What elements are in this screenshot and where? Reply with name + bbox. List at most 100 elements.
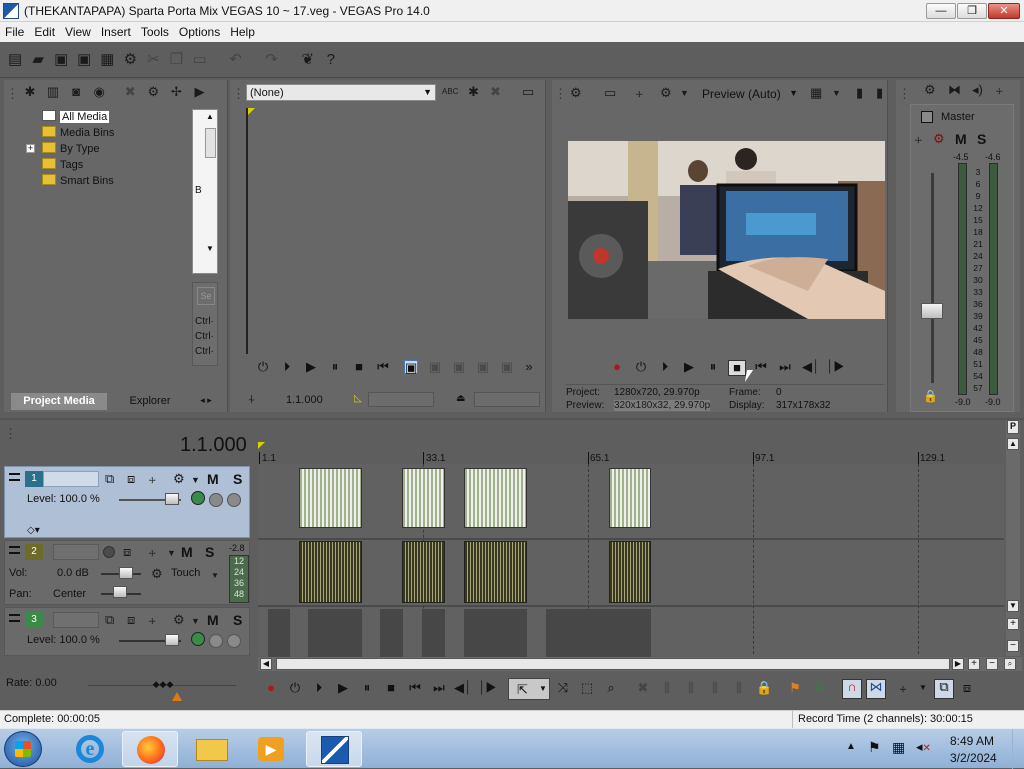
save-icon[interactable]: ▣ — [52, 51, 70, 69]
ripple-edit-icon[interactable]: ⧾ — [896, 681, 910, 695]
media-generators-icon[interactable]: ✢ — [166, 84, 186, 100]
master-fader-handle[interactable] — [921, 303, 943, 319]
remove-media-icon[interactable]: ✖ — [120, 84, 140, 100]
maximize-button[interactable]: ❐ — [957, 3, 987, 19]
track-header-3[interactable]: 3 ⧉ ⧈ ⧾ ⚙ ▼ M S Level: 100.0 % — [4, 607, 250, 656]
dim-output-icon[interactable]: ◂) — [972, 82, 983, 98]
tree-item-all-media[interactable]: All Media — [42, 110, 110, 125]
panel-grip-icon[interactable]: ⋮ — [4, 426, 17, 442]
action-center-flag-icon[interactable]: ⚑ — [868, 739, 881, 756]
record-icon[interactable]: ● — [264, 681, 278, 695]
marker-bar[interactable] — [258, 422, 1004, 452]
next-frame-icon[interactable]: ⏐▶ — [478, 681, 497, 695]
video-event[interactable] — [268, 609, 290, 657]
video-event[interactable] — [546, 609, 651, 657]
play-icon[interactable]: ▶ — [682, 360, 696, 374]
track-name-field[interactable] — [53, 544, 99, 560]
taskbar-media-player[interactable]: ▶ — [244, 731, 300, 767]
panel-grip-icon[interactable]: ⋮ — [898, 86, 911, 102]
track-header-2[interactable]: 2 ⧈ ⧾ ▼ M S -2.8 12 24 36 48 Vol: 0.0 dB… — [4, 540, 250, 605]
save-snapshot-icon[interactable]: ▮ — [876, 85, 883, 101]
marker-toggle-icon[interactable]: P — [1007, 420, 1019, 434]
chevron-down-icon[interactable]: ▼ — [916, 681, 930, 695]
spell-check-icon[interactable]: ABC — [442, 84, 458, 100]
track-2-solo-button[interactable]: S — [205, 544, 214, 560]
arm-record-icon[interactable] — [103, 546, 115, 558]
track-motion-icon[interactable]: ⧉ — [105, 612, 114, 628]
video-event[interactable] — [308, 609, 362, 657]
clock-date[interactable]: 3/2/2024 — [950, 751, 997, 765]
trimmer-dropdown[interactable]: (None) ▼ — [246, 84, 436, 101]
menu-view[interactable]: View — [60, 22, 96, 42]
loop-icon[interactable]: ⏻ — [288, 681, 302, 695]
track-fx-icon[interactable]: ⚙ — [173, 612, 185, 628]
copy-icon[interactable]: ❐ — [168, 51, 186, 69]
track-3-mute-button[interactable]: M — [207, 612, 219, 628]
video-event[interactable] — [299, 468, 362, 528]
trim-end-icon[interactable]: ⫼ — [708, 681, 722, 695]
chevron-down-icon[interactable]: ▼ — [680, 85, 689, 101]
tab-explorer[interactable]: Explorer — [110, 393, 190, 410]
mixer-properties-icon[interactable]: ⚙ — [924, 82, 936, 98]
tab-scroll-arrows[interactable]: ◂ ▸ — [193, 395, 219, 408]
lock-event-icon[interactable]: 🔒 — [756, 681, 772, 695]
taskbar-file-explorer[interactable] — [184, 731, 240, 767]
undo-icon[interactable]: ↶ — [227, 51, 245, 69]
invert-phase-icon[interactable]: ⧈ — [123, 544, 131, 560]
stop-icon[interactable]: ■ — [728, 360, 746, 376]
snapping-icon[interactable]: ∩ — [842, 679, 862, 699]
insert-region-icon[interactable]: ⚐ — [812, 681, 826, 695]
pause-icon[interactable]: ⏸ — [328, 360, 342, 374]
next-frame-icon[interactable]: ⏐▶ — [826, 360, 845, 374]
parent-motion-icon[interactable]: ⧾ — [149, 612, 156, 628]
loop-icon[interactable]: ⏻ — [634, 360, 648, 374]
edit-tool-button[interactable]: ⇱ ▼ — [508, 678, 550, 700]
preview-properties-icon[interactable]: ⚙ — [570, 85, 582, 101]
panel-grip-icon[interactable]: ⋮ — [232, 86, 245, 102]
track-expand-icon[interactable] — [9, 614, 20, 622]
scroll-up-icon[interactable]: ▲ — [1007, 438, 1019, 450]
bus-routing-icon[interactable]: ⧾ — [915, 131, 922, 147]
loop-icon[interactable]: ⏻ — [256, 360, 270, 374]
level-slider-handle[interactable] — [165, 493, 179, 505]
close-button[interactable]: ✕ — [988, 3, 1020, 19]
trimmer-fx-icon[interactable]: ✱ — [468, 84, 479, 100]
video-event[interactable] — [402, 468, 445, 528]
tree-item-media-bins[interactable]: Media Bins — [42, 126, 114, 141]
composite-child-icon[interactable] — [209, 493, 223, 507]
zoom-in-horizontal-icon[interactable]: + — [968, 658, 980, 670]
delete-icon[interactable]: ✖ — [636, 681, 650, 695]
parent-motion-icon[interactable]: ⧾ — [149, 471, 156, 487]
video-event[interactable] — [422, 609, 445, 657]
clock-time[interactable]: 8:49 AM — [950, 734, 994, 748]
paste-icon[interactable]: ▭ — [191, 51, 209, 69]
network-icon[interactable]: ▦ — [892, 739, 905, 756]
hscroll-thumb[interactable] — [276, 658, 950, 670]
scrollbar-thumb[interactable] — [205, 128, 216, 158]
vol-slider-handle[interactable] — [119, 567, 133, 579]
cursor-position[interactable]: 1.1.000 — [180, 434, 247, 457]
zoom-in-vertical-icon[interactable]: + — [1007, 618, 1019, 630]
fit-to-fill-icon[interactable]: ▣ — [452, 360, 466, 374]
pause-icon[interactable]: ⏸ — [706, 360, 720, 374]
properties-icon[interactable]: ⚙ — [121, 51, 139, 69]
play-from-start-icon[interactable]: ⏵ — [658, 360, 672, 374]
trim-icon[interactable]: ⫼ — [660, 681, 674, 695]
chevron-down-icon[interactable]: ▼ — [167, 545, 176, 561]
split-icon[interactable]: ⫼ — [732, 681, 746, 695]
web-media-icon[interactable]: ◉ — [89, 84, 109, 100]
composite-mode-icon[interactable] — [191, 491, 205, 505]
import-media-icon[interactable]: ✱ — [20, 84, 40, 100]
composite-parent-icon[interactable] — [227, 493, 241, 507]
keyframe-icon[interactable]: ◇▾ — [27, 525, 40, 536]
track-expand-icon[interactable] — [9, 546, 20, 554]
get-media-icon[interactable]: ◙ — [66, 84, 86, 100]
expand-by-type-icon[interactable]: + — [26, 144, 35, 153]
stop-icon[interactable]: ■ — [384, 681, 398, 695]
go-to-end-icon[interactable]: ⏭ — [778, 360, 792, 374]
pin-icon[interactable]: ⍭ — [248, 392, 255, 407]
panel-grip-icon[interactable]: ⋮ — [554, 86, 567, 102]
pan-slider-handle[interactable] — [113, 586, 127, 598]
go-to-start-icon[interactable]: ⏮ — [408, 681, 422, 695]
automation-icon[interactable]: ⚙ — [151, 566, 163, 582]
